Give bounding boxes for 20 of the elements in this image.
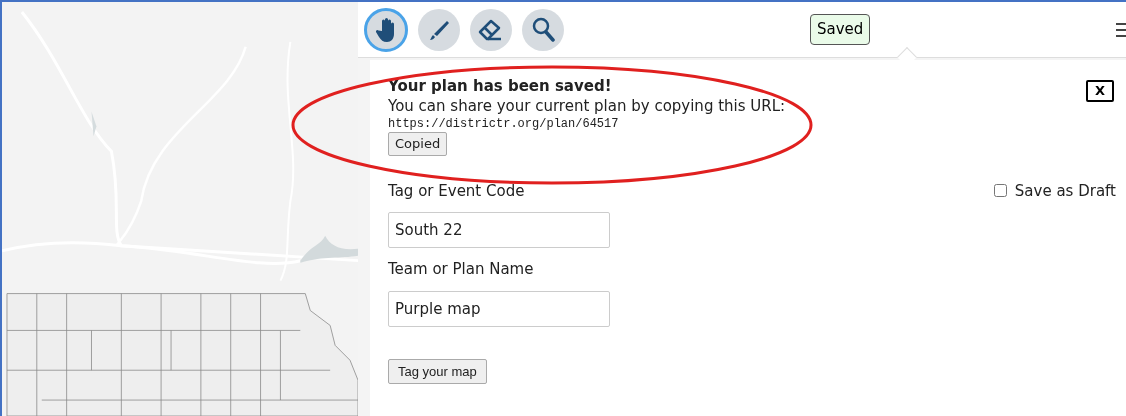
field-label: Team or Plan Name	[388, 259, 535, 280]
tool-button[interactable]	[522, 8, 564, 51]
checkbox-label: Save as Draft	[1014, 180, 1116, 202]
draft-checkbox[interactable]	[993, 184, 1007, 198]
popup-title: Your plan has been saved!	[388, 76, 613, 96]
tool-button[interactable]	[470, 8, 512, 51]
menu-icon[interactable]	[1116, 21, 1126, 38]
copy-button[interactable]: Copied	[388, 132, 448, 156]
tool-button[interactable]	[364, 7, 408, 52]
tool-button[interactable]	[418, 8, 460, 51]
text-field[interactable]: Purple map	[388, 290, 610, 327]
eraser-icon	[478, 18, 504, 41]
plan-url: https://districtr.org/plan/64517	[388, 116, 620, 132]
submit-button[interactable]: Tag your map	[388, 358, 487, 384]
text-field[interactable]: South 22	[388, 212, 610, 248]
search-icon	[531, 16, 555, 43]
field-label: Tag or Event Code	[388, 180, 525, 202]
close-button[interactable]: X	[1086, 80, 1114, 102]
popup-message: You can share your current plan by copying this URL:	[388, 96, 786, 116]
saved-badge: Saved	[810, 14, 871, 45]
